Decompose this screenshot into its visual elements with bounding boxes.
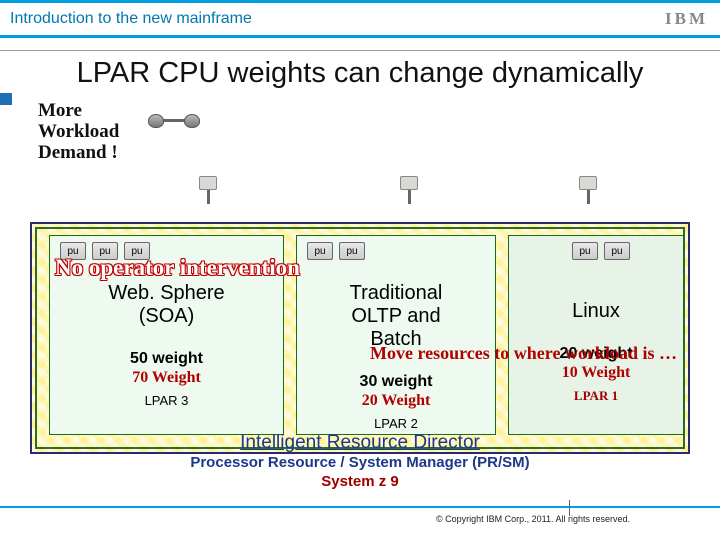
systemz9-line: System z 9 <box>0 473 720 490</box>
divider <box>0 50 720 51</box>
lpar-new-weight: 70 Weight <box>50 369 283 387</box>
left-accent-bar <box>0 93 12 105</box>
move-resources-overlay: Move resources to where workload is … <box>370 342 690 365</box>
pu-chip-icon: pu <box>604 242 630 260</box>
ibm-logo: IBM <box>665 9 708 29</box>
lpar-workload-title: TraditionalOLTP andBatch <box>297 282 495 351</box>
page-title: LPAR CPU weights can change dynamically <box>0 57 720 90</box>
lpar-old-weight: 30 weight <box>297 373 495 391</box>
no-operator-overlay: No operator intervention <box>55 255 300 281</box>
lpar-2-box: pu pu TraditionalOLTP andBatch 30 weight… <box>296 235 496 435</box>
lpar-1-box: pu pu Linux 20 weight 10 Weight LPAR 1 <box>508 235 684 435</box>
pu-row: pu pu <box>297 242 495 260</box>
piston-icon <box>195 176 221 204</box>
lpar-label: LPAR 3 <box>50 393 283 408</box>
ird-line: Intelligent Resource Director <box>0 432 720 454</box>
lpar-workload-title: Linux <box>509 300 683 323</box>
lpar-new-weight: 10 Weight <box>509 364 683 382</box>
lpar-label: LPAR 1 <box>509 388 683 404</box>
slide-header: Introduction to the new mainframe IBM <box>0 0 720 38</box>
pu-chip-icon: pu <box>307 242 333 260</box>
piston-icon <box>396 176 422 204</box>
lpar-label: LPAR 2 <box>297 416 495 431</box>
demand-callout: MoreWorkloadDemand ! <box>38 101 119 164</box>
lpar-workload-title: Web. Sphere(SOA) <box>50 282 283 328</box>
copyright: © Copyright IBM Corp., 2011. All rights … <box>436 514 630 524</box>
lpar-new-weight: 20 Weight <box>297 392 495 410</box>
piston-icon <box>575 176 601 204</box>
barbell-icon <box>150 104 198 132</box>
prsm-line: Processor Resource / System Manager (PR/… <box>0 454 720 471</box>
pu-chip-icon: pu <box>339 242 365 260</box>
footer-divider <box>0 506 720 508</box>
pu-chip-icon: pu <box>572 242 598 260</box>
lpar-old-weight: 50 weight <box>50 350 283 368</box>
breadcrumb: Introduction to the new mainframe <box>10 10 252 28</box>
pu-row: pu pu <box>509 242 683 260</box>
